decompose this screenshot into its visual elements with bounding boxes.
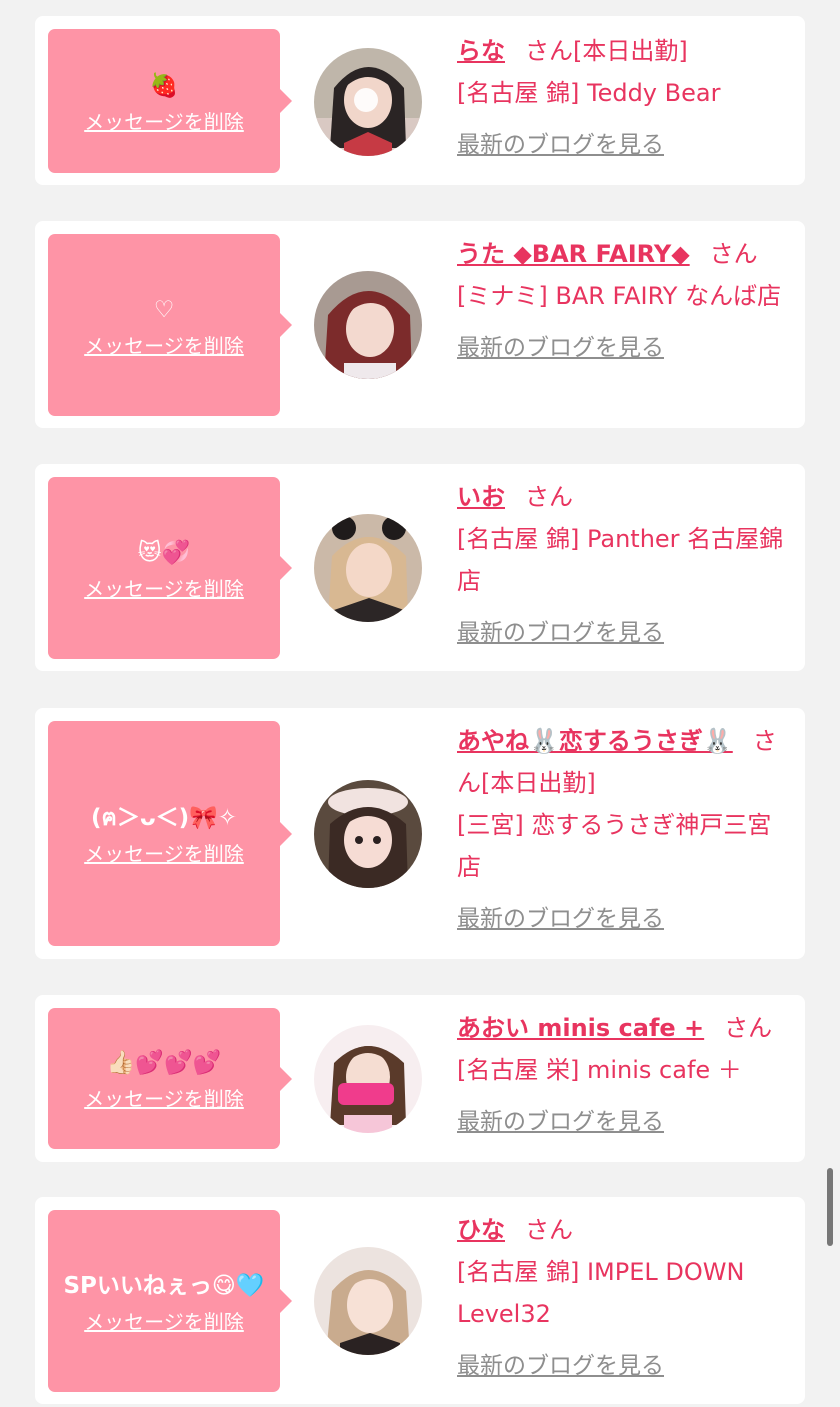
attendance-status: [本日出勤] [573,37,688,65]
avatar[interactable] [314,48,422,156]
message-text: (ฅ＞ᴗ＜)🎀✧ [90,805,238,831]
message-text: ♡ [153,296,175,323]
entry-info: あやね🐰恋するうさぎ🐰 さん[本日出勤] [三宮] 恋するうさぎ神戸三宮店 最新の… [457,720,791,940]
message-text: SPいいねぇっ😋🩵 [63,1272,265,1299]
message-text: 😻💞 [137,539,191,566]
shop-name: [名古屋 錦] Teddy Bear [457,79,721,107]
delete-message-link[interactable]: メッセージを削除 [84,573,244,602]
user-name-link[interactable]: あおい minis cafe + [457,1014,704,1042]
latest-blog-link[interactable]: 最新のブログを見る [457,1345,664,1387]
girl-avatar-icon [314,1025,422,1133]
message-card: SPいいねぇっ😋🩵 メッセージを削除 ひな さん [名古屋 錦] IMPEL DO… [35,1197,805,1404]
attendance-status: [本日出勤] [481,769,596,797]
girl-avatar-icon [314,514,422,622]
user-name-link[interactable]: らな [457,37,505,65]
message-text: 🍓 [149,72,179,99]
name-line: うた ◆BAR FAIRY◆ さん [457,233,791,275]
message-bubble: 😻💞 メッセージを削除 [48,477,280,659]
girl-avatar-icon [314,271,422,379]
message-bubble: SPいいねぇっ😋🩵 メッセージを削除 [48,1210,280,1392]
latest-blog-link[interactable]: 最新のブログを見る [457,612,664,654]
user-name-link[interactable]: うた ◆BAR FAIRY◆ [457,240,690,268]
entry-info: うた ◆BAR FAIRY◆ さん [ミナミ] BAR FAIRY なんば店 最新… [457,233,791,369]
entry-info: らな さん[本日出勤] [名古屋 錦] Teddy Bear 最新のブログを見る [457,30,791,166]
avatar[interactable] [314,1025,422,1133]
message-card: (ฅ＞ᴗ＜)🎀✧ メッセージを削除 あやね🐰恋するうさぎ🐰 さん[本日出勤] [三… [35,708,805,959]
latest-blog-link[interactable]: 最新のブログを見る [457,327,664,369]
name-line: あやね🐰恋するうさぎ🐰 さん[本日出勤] [457,720,791,804]
scrollbar[interactable] [827,1168,833,1246]
latest-blog-link[interactable]: 最新のブログを見る [457,898,664,940]
girl-avatar-icon [314,1247,422,1355]
avatar[interactable] [314,780,422,888]
avatar[interactable] [314,1247,422,1355]
message-card: 👍🏻💕💕💕 メッセージを削除 あおい minis cafe + さん [名古屋 栄… [35,995,805,1162]
honorific: さん [709,240,758,268]
delete-message-link[interactable]: メッセージを削除 [84,106,244,135]
avatar[interactable] [314,271,422,379]
user-name-link[interactable]: あやね🐰恋するうさぎ🐰 [457,727,733,755]
shop-name: [名古屋 錦] IMPEL DOWN Level32 [457,1258,745,1328]
shop-name: [名古屋 栄] minis cafe ＋ [457,1056,742,1084]
honorific: さん [525,483,573,511]
shop-name: [三宮] 恋するうさぎ神戸三宮店 [457,811,772,881]
message-text: 👍🏻💕💕💕 [106,1050,222,1076]
shop-name: [ミナミ] BAR FAIRY なんば店 [457,282,782,310]
delete-message-link[interactable]: メッセージを削除 [84,330,244,359]
shop-name: [名古屋 錦] Panther 名古屋錦店 [457,525,784,595]
honorific: さん [525,37,573,65]
entry-info: あおい minis cafe + さん [名古屋 栄] minis cafe ＋ … [457,1007,791,1143]
latest-blog-link[interactable]: 最新のブログを見る [457,1101,664,1143]
message-card: 🍓 メッセージを削除 らな さん[本日出勤] [名古屋 錦] Teddy Bear… [35,16,805,185]
avatar[interactable] [314,514,422,622]
message-card: 😻💞 メッセージを削除 いお さん [名古屋 錦] Panther 名古屋錦店 最… [35,464,805,671]
name-line: あおい minis cafe + さん [457,1007,791,1049]
name-line: いお さん [457,476,791,518]
message-card: ♡ メッセージを削除 うた ◆BAR FAIRY◆ さん [ミナミ] BAR FA… [35,221,805,428]
delete-message-link[interactable]: メッセージを削除 [84,1083,244,1112]
latest-blog-link[interactable]: 最新のブログを見る [457,124,664,166]
honorific: さん [525,1216,573,1244]
message-bubble: ♡ メッセージを削除 [48,234,280,416]
user-name-link[interactable]: いお [457,483,505,511]
name-line: らな さん[本日出勤] [457,30,791,72]
entry-info: ひな さん [名古屋 錦] IMPEL DOWN Level32 最新のブログを見… [457,1209,791,1387]
delete-message-link[interactable]: メッセージを削除 [84,1306,244,1335]
name-line: ひな さん [457,1209,791,1251]
girl-avatar-icon [314,48,422,156]
delete-message-link[interactable]: メッセージを削除 [84,838,244,867]
girl-avatar-icon [314,780,422,888]
user-name-link[interactable]: ひな [457,1216,505,1244]
entry-info: いお さん [名古屋 錦] Panther 名古屋錦店 最新のブログを見る [457,476,791,654]
message-bubble: (ฅ＞ᴗ＜)🎀✧ メッセージを削除 [48,721,280,946]
message-bubble: 🍓 メッセージを削除 [48,29,280,173]
honorific: さん [724,1014,773,1042]
message-bubble: 👍🏻💕💕💕 メッセージを削除 [48,1008,280,1149]
